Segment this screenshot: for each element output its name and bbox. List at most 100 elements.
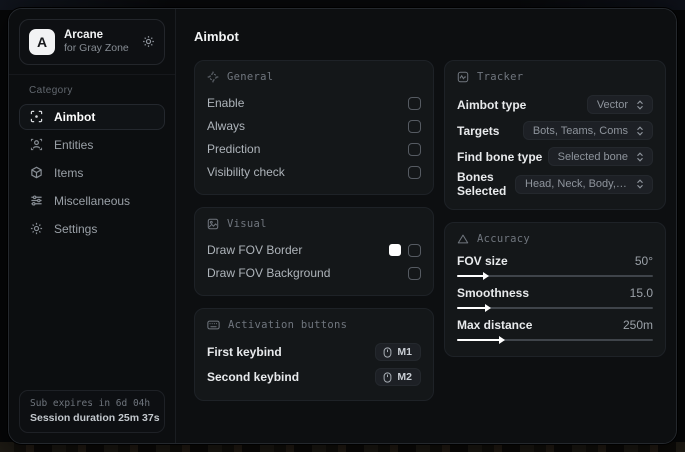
always-checkbox[interactable]	[408, 119, 421, 133]
chevron-updown-icon	[635, 151, 645, 162]
setting-row-enable: Enable	[207, 92, 421, 114]
keybind-value: M1	[397, 346, 412, 358]
enable-checkbox[interactable]	[408, 96, 421, 110]
triangle-icon	[457, 233, 469, 245]
activation-buttons-card: Activation buttons First keybind M1 Seco…	[194, 308, 434, 401]
chevron-updown-icon	[635, 125, 645, 136]
sidebar: A Arcane for Gray Zone Category Aimbot E…	[9, 9, 176, 443]
category-label: Category	[29, 84, 73, 96]
setting-row-aimbot-type: Aimbot type Vector	[457, 92, 653, 117]
setting-label: FOV size	[457, 254, 508, 268]
setting-label: First keybind	[207, 345, 282, 359]
slider-value: 50°	[634, 254, 653, 268]
setting-label: Bones Selected	[457, 170, 507, 198]
setting-row-second-keybind: Second keybind M2	[207, 365, 421, 389]
app-logo: A	[29, 28, 55, 55]
keybind-value: M2	[397, 371, 412, 383]
setting-label: Enable	[207, 96, 245, 110]
card-header-label: Accuracy	[477, 233, 530, 245]
app-name: Arcane	[64, 29, 103, 41]
setting-row-draw-fov-background: Draw FOV Background	[207, 262, 421, 284]
first-keybind-button[interactable]: M1	[375, 343, 421, 361]
visual-card-header: Visual	[207, 218, 421, 230]
app-window: A Arcane for Gray Zone Category Aimbot E…	[8, 8, 677, 444]
app-title-block: Arcane for Gray Zone	[64, 28, 133, 56]
setting-label: Aimbot type	[457, 97, 527, 112]
page-title: Aimbot	[194, 29, 239, 44]
setting-label: Always	[207, 119, 246, 133]
second-keybind-button[interactable]: M2	[375, 368, 421, 386]
sidebar-item-settings[interactable]: Settings	[19, 216, 165, 242]
draw-fov-background-checkbox[interactable]	[408, 266, 421, 280]
card-header-label: Activation buttons	[228, 319, 348, 331]
chevron-updown-icon	[635, 99, 645, 110]
select-value: Head, Neck, Body, Pe...	[525, 178, 628, 190]
setting-row-draw-fov-border: Draw FOV Border	[207, 239, 421, 261]
left-column: General Enable Always Prediction Visibil…	[194, 60, 434, 401]
prediction-checkbox[interactable]	[408, 142, 421, 156]
fov-border-color-swatch[interactable]	[389, 244, 401, 256]
visibility-check-checkbox[interactable]	[408, 165, 421, 179]
card-header-label: Visual	[227, 218, 267, 230]
sidebar-item-entities[interactable]: Entities	[19, 132, 165, 158]
targets-select[interactable]: Bots, Teams, Coms	[522, 121, 653, 140]
visual-card: Visual Draw FOV Border Draw FOV Backgrou…	[194, 207, 434, 296]
gear-icon	[30, 222, 43, 235]
setting-label: Smoothness	[457, 286, 530, 300]
tracker-card: Tracker Aimbot type Vector Targets Bots,…	[444, 60, 666, 210]
activation-card-header: Activation buttons	[207, 319, 421, 331]
accuracy-card-header: Accuracy	[457, 233, 653, 245]
image-icon	[207, 218, 219, 230]
tracker-card-header: Tracker	[457, 71, 653, 83]
gear-icon[interactable]	[142, 35, 155, 48]
sidebar-item-miscellaneous[interactable]: Miscellaneous	[19, 188, 165, 214]
slider-fill	[457, 336, 506, 344]
setting-row-always: Always	[207, 115, 421, 137]
sidebar-item-label: Aimbot	[54, 109, 96, 124]
general-card: General Enable Always Prediction Visibil…	[194, 60, 434, 195]
setting-label: Max distance	[457, 318, 533, 332]
mouse-icon	[383, 371, 392, 383]
sidebar-item-label: Miscellaneous	[54, 193, 131, 208]
setting-row-prediction: Prediction	[207, 138, 421, 160]
main-content: Aimbot General Enable Always Prediction …	[176, 9, 676, 443]
setting-label: Find bone type	[457, 149, 543, 164]
crosshair-icon	[207, 71, 219, 83]
card-header-label: General	[227, 71, 274, 83]
sidebar-item-label: Entities	[54, 137, 94, 152]
setting-row-targets: Targets Bots, Teams, Coms	[457, 118, 653, 143]
max-distance-slider[interactable]	[457, 336, 653, 344]
right-column: Tracker Aimbot type Vector Targets Bots,…	[444, 60, 666, 401]
slider-fill	[457, 304, 492, 312]
person-scan-icon	[30, 138, 43, 151]
card-header-label: Tracker	[477, 71, 524, 83]
select-value: Vector	[596, 98, 628, 111]
slider-fill	[457, 272, 490, 280]
subscription-info: Sub expires in 6d 04h Session duration 2…	[19, 390, 165, 433]
draw-fov-border-checkbox[interactable]	[408, 243, 421, 257]
slider-group-smoothness: Smoothness 15.0	[457, 286, 653, 312]
find-bone-type-select[interactable]: Selected bone	[547, 147, 653, 166]
sidebar-item-label: Items	[54, 165, 84, 180]
slider-value: 15.0	[629, 286, 653, 300]
select-value: Bots, Teams, Coms	[532, 124, 628, 137]
sidebar-item-items[interactable]: Items	[19, 160, 165, 186]
smoothness-slider[interactable]	[457, 304, 653, 312]
slider-value: 250m	[622, 318, 653, 332]
setting-label: Prediction	[207, 142, 261, 156]
fov-size-slider[interactable]	[457, 272, 653, 280]
activity-icon	[457, 71, 469, 83]
setting-label: Draw FOV Background	[207, 266, 331, 280]
crosshair-scan-icon	[30, 110, 43, 123]
bones-selected-select[interactable]: Head, Neck, Body, Pe...	[515, 174, 653, 194]
sidebar-divider	[9, 73, 175, 75]
session-duration-text: Session duration 25m 37s	[30, 412, 160, 424]
sidebar-item-aimbot[interactable]: Aimbot	[19, 103, 165, 130]
setting-label: Visibility check	[207, 165, 285, 179]
setting-row-bones-selected: Bones Selected Head, Neck, Body, Pe...	[457, 170, 653, 198]
setting-row-visibility-check: Visibility check	[207, 161, 421, 183]
aimbot-type-select[interactable]: Vector	[586, 95, 653, 114]
sub-expires-text: Sub expires in 6d 04h	[30, 398, 151, 409]
cube-icon	[30, 166, 43, 179]
setting-label: Targets	[457, 123, 500, 138]
